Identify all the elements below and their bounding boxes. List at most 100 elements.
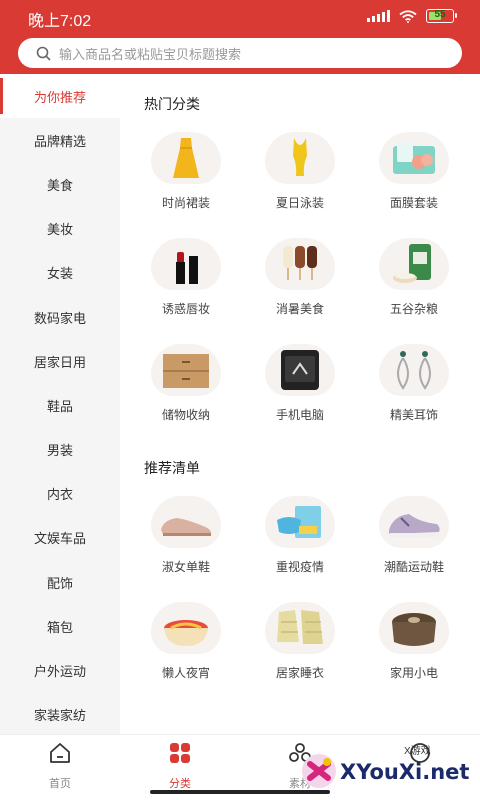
sidebar-item-label: 配饰 [46,575,73,591]
lipstick-icon [151,238,221,290]
category-content: 热门分类 时尚裙装 夏日泳装 面膜套装 诱惑唇妆 消暑美食 五谷杂粮 储物收纳 … [120,74,480,734]
category-icon [170,743,190,763]
category-label: 消暑美食 [275,302,324,316]
sidebar-item-label: 文娱车品 [33,531,86,547]
category-item-storage[interactable]: 储物收纳 [131,344,241,423]
sidebar-item-label: 为你推荐 [33,89,86,105]
sidebar-item-entertainment[interactable]: 文娱车品 [0,516,120,560]
sidebar-item-label: 男装 [46,443,73,459]
sidebar-item-food[interactable]: 美食 [0,162,120,206]
sidebar-item-recommended[interactable]: 为你推荐 [0,74,120,119]
tab-home[interactable]: 首页 [20,741,100,791]
category-label: 储物收纳 [161,408,210,422]
category-label: 面膜套装 [389,196,438,210]
sidebar-item-furnishing[interactable]: 家装家纺 [0,693,120,737]
category-label: 居家睡衣 [275,666,324,680]
sidebar-item-brands[interactable]: 品牌精选 [0,118,120,162]
sidebar-item-shoes[interactable]: 鞋品 [0,383,120,427]
category-item-sneakers[interactable]: 潮酷运动鞋 [359,496,469,575]
noodle-icon [151,602,221,654]
sidebar-item-label: 箱包 [46,619,73,635]
category-item-facemask[interactable]: 面膜套装 [359,132,469,211]
category-label: 潮酷运动鞋 [383,560,444,574]
category-item-earrings[interactable]: 精美耳饰 [359,344,469,423]
category-item-ladies-shoes[interactable]: 淑女单鞋 [131,496,241,575]
category-item-swimwear[interactable]: 夏日泳装 [245,132,355,211]
home-indicator [150,790,330,794]
tab-label: 首页 [49,778,71,790]
sidebar-item-label: 美妆 [46,222,73,238]
drawer-icon [151,344,221,396]
signal-icon [367,10,390,22]
facemask-icon [379,132,449,184]
category-item-lipstick[interactable]: 诱惑唇妆 [131,238,241,317]
battery-percent: 55 [434,9,446,20]
category-label: 手机电脑 [275,408,324,422]
watermark: X游戏 XYouXi.net [300,742,480,794]
category-sidebar: 为你推荐 品牌精选 美食 美妆 女装 数码家电 居家日用 鞋品 男装 内衣 文娱… [0,74,120,734]
status-time: 晚上7:02 [28,13,92,30]
tab-label: 分类 [169,778,191,790]
section-title-hot: 热门分类 [144,96,200,112]
status-icons: 55 [367,9,457,23]
category-item-late-snacks[interactable]: 懒人夜宵 [131,602,241,681]
sidebar-item-outdoor[interactable]: 户外运动 [0,648,120,692]
category-label: 家用小电 [389,666,438,680]
category-item-grains[interactable]: 五谷杂粮 [359,238,469,317]
section-title-recommended: 推荐清单 [144,460,200,476]
category-label: 时尚裙装 [161,196,210,210]
sidebar-item-bags[interactable]: 箱包 [0,604,120,648]
earring-icon [379,344,449,396]
sidebar-item-accessories[interactable]: 配饰 [0,560,120,604]
sidebar-item-electronics[interactable]: 数码家电 [0,295,120,339]
sidebar-item-womens[interactable]: 女装 [0,251,120,295]
status-bar: 晚上7:02 55 [0,0,480,34]
dress-icon [151,132,221,184]
category-label: 淑女单鞋 [161,560,210,574]
watermark-badge: X游戏 [404,746,431,757]
rice-cooker-icon [379,602,449,654]
rice-bag-icon [379,238,449,290]
battery-icon: 55 [426,9,457,23]
phone-icon [265,344,335,396]
header: 晚上7:02 55 输入商品名或粘贴宝贝标题搜索 [0,0,480,74]
watermark-text: XYouXi.net [340,760,470,784]
search-icon [36,46,51,61]
category-label: 五谷杂粮 [389,302,438,316]
category-label: 精美耳饰 [389,408,438,422]
category-label: 诱惑唇妆 [161,302,210,316]
search-input[interactable]: 输入商品名或粘贴宝贝标题搜索 [18,38,462,68]
sidebar-item-underwear[interactable]: 内衣 [0,472,120,516]
sneaker-icon [379,496,449,548]
sidebar-item-label: 品牌精选 [33,133,86,149]
category-item-summer-treats[interactable]: 消暑美食 [245,238,355,317]
sidebar-item-label: 户外运动 [33,664,86,680]
category-item-phones[interactable]: 手机电脑 [245,344,355,423]
mask-box-icon [265,496,335,548]
search-placeholder: 输入商品名或粘贴宝贝标题搜索 [59,46,242,62]
category-label: 重视疫情 [275,560,324,574]
pajamas-icon [265,602,335,654]
swimsuit-icon [265,132,335,184]
popsicle-icon [265,238,335,290]
sidebar-item-home[interactable]: 居家日用 [0,339,120,383]
tab-category[interactable]: 分类 [140,741,220,791]
category-item-epidemic[interactable]: 重视疫情 [245,496,355,575]
sidebar-item-mens[interactable]: 男装 [0,428,120,472]
loafer-icon [151,496,221,548]
sidebar-item-beauty[interactable]: 美妆 [0,207,120,251]
sidebar-item-label: 美食 [46,177,73,193]
sidebar-item-label: 居家日用 [33,354,86,370]
sidebar-item-label: 女装 [46,266,73,282]
category-label: 懒人夜宵 [161,666,210,680]
sidebar-item-label: 鞋品 [46,398,73,414]
sidebar-item-label: 家装家纺 [33,708,86,724]
category-item-dresses[interactable]: 时尚裙装 [131,132,241,211]
category-item-small-appliances[interactable]: 家用小电 [359,602,469,681]
sidebar-item-label: 数码家电 [33,310,86,326]
category-item-pajamas[interactable]: 居家睡衣 [245,602,355,681]
wifi-icon [399,9,417,23]
watermark-logo-icon [302,754,336,788]
category-label: 夏日泳装 [275,196,324,210]
sidebar-item-label: 内衣 [46,487,73,503]
